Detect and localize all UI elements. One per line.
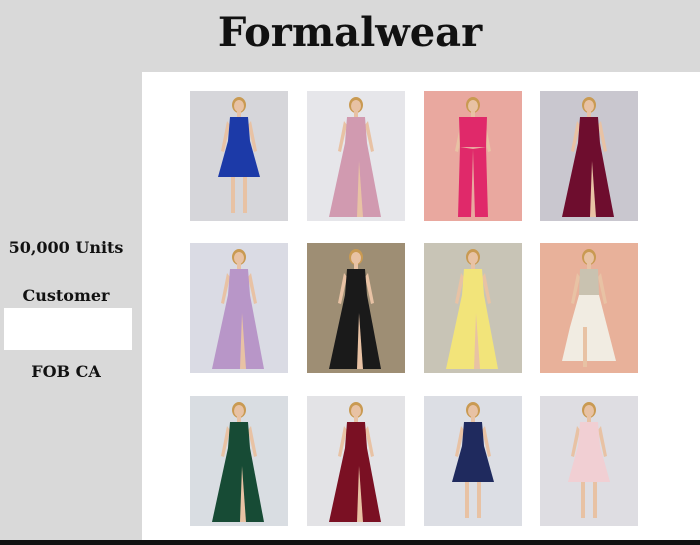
product-image-10[interactable]: [307, 396, 405, 526]
product-grid-panel: [142, 72, 700, 540]
product-image-8[interactable]: [540, 243, 638, 373]
product-image-2[interactable]: [307, 91, 405, 221]
product-grid: [142, 72, 700, 540]
sidebar: 50,000 Units Customer Cost: FOB CA: [0, 72, 142, 540]
product-image-12[interactable]: [540, 396, 638, 526]
product-image-7[interactable]: [424, 243, 522, 373]
product-image-5[interactable]: [190, 243, 288, 373]
bottom-border: [0, 540, 700, 545]
units-text: 50,000 Units: [8, 238, 124, 257]
product-image-11[interactable]: [424, 396, 522, 526]
product-image-4[interactable]: [540, 91, 638, 221]
product-image-3[interactable]: [424, 91, 522, 221]
fob-text: FOB CA: [31, 362, 101, 381]
product-image-6[interactable]: [307, 243, 405, 373]
product-image-9[interactable]: [190, 396, 288, 526]
page-title: Formalwear: [217, 9, 483, 56]
customer-cost-field[interactable]: [4, 308, 132, 350]
product-image-1[interactable]: [190, 91, 288, 221]
